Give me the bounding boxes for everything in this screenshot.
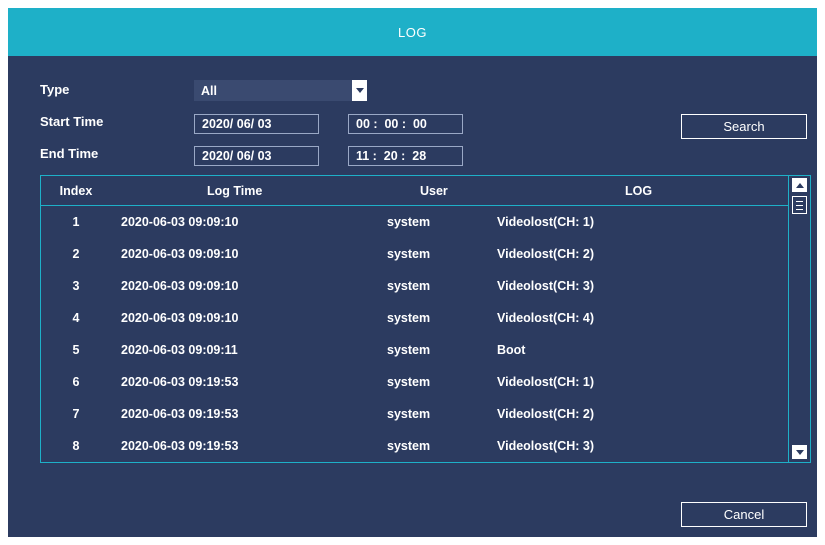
row-log-time: 2020-06-03 09:09:10 [121, 215, 239, 229]
row-user: system [387, 407, 431, 421]
end-time-field[interactable]: 11 : 20 : 28 [348, 146, 463, 166]
row-log: Videolost(CH: 1) [497, 215, 594, 229]
row-log: Videolost(CH: 2) [497, 407, 594, 421]
row-user: system [387, 311, 431, 325]
row-index: 7 [72, 407, 80, 421]
row-index: 2 [72, 247, 80, 261]
row-log: Videolost(CH: 4) [497, 311, 594, 325]
end-time-label: End Time [40, 146, 99, 161]
row-log-time: 2020-06-03 09:09:10 [121, 311, 239, 325]
row-index: 5 [72, 343, 80, 357]
row-user: system [387, 247, 431, 261]
table-row[interactable]: 7 2020-06-03 09:19:53 system Videolost(C… [41, 398, 788, 429]
chevron-down-icon[interactable] [352, 80, 367, 101]
row-user: system [387, 279, 431, 293]
row-index: 3 [72, 279, 80, 293]
row-user: system [387, 215, 431, 229]
table-row[interactable]: 6 2020-06-03 09:19:53 system Videolost(C… [41, 366, 788, 397]
start-date-field[interactable]: 2020/ 06/ 03 [194, 114, 319, 134]
row-log-time: 2020-06-03 09:09:10 [121, 279, 239, 293]
table-row[interactable]: 3 2020-06-03 09:09:10 system Videolost(C… [41, 270, 788, 301]
row-log: Videolost(CH: 2) [497, 247, 594, 261]
start-time-field[interactable]: 00 : 00 : 00 [348, 114, 463, 134]
cancel-button[interactable]: Cancel [681, 502, 807, 527]
row-log-time: 2020-06-03 09:09:10 [121, 247, 239, 261]
table-header: Index Log Time User LOG [41, 176, 788, 206]
type-select[interactable]: All [194, 80, 367, 101]
row-log-time: 2020-06-03 09:19:53 [121, 407, 239, 421]
row-user: system [387, 343, 431, 357]
log-table: Index Log Time User LOG 1 2020-06-03 09:… [40, 175, 811, 463]
table-row[interactable]: 1 2020-06-03 09:09:10 system Videolost(C… [41, 206, 788, 237]
table-row[interactable]: 2 2020-06-03 09:09:10 system Videolost(C… [41, 238, 788, 269]
search-button[interactable]: Search [681, 114, 807, 139]
row-log: Boot [497, 343, 526, 357]
header-log-time: Log Time [207, 184, 263, 198]
row-index: 4 [72, 311, 80, 325]
row-log-time: 2020-06-03 09:19:53 [121, 375, 239, 389]
row-index: 8 [72, 439, 80, 453]
row-index: 1 [72, 215, 80, 229]
start-time-label: Start Time [40, 114, 104, 129]
scroll-down-icon[interactable] [792, 445, 807, 459]
type-label: Type [40, 82, 70, 97]
header-index: Index [59, 184, 93, 198]
row-log-time: 2020-06-03 09:09:11 [121, 343, 238, 357]
row-index: 6 [72, 375, 80, 389]
row-log: Videolost(CH: 3) [497, 279, 594, 293]
table-row[interactable]: 8 2020-06-03 09:19:53 system Videolost(C… [41, 430, 788, 461]
header-log: LOG [625, 184, 653, 198]
log-dialog: LOG Type All Start Time 2020/ 06/ 03 00 … [8, 8, 817, 537]
table-row[interactable]: 4 2020-06-03 09:09:10 system Videolost(C… [41, 302, 788, 333]
table-scrollbar[interactable] [788, 176, 810, 462]
row-user: system [387, 375, 431, 389]
header-user: User [420, 184, 448, 198]
row-log-time: 2020-06-03 09:19:53 [121, 439, 239, 453]
row-log: Videolost(CH: 1) [497, 375, 594, 389]
scroll-thumb[interactable] [792, 196, 807, 214]
row-log: Videolost(CH: 3) [497, 439, 594, 453]
scroll-up-icon[interactable] [792, 178, 807, 192]
dialog-title: LOG [8, 8, 817, 56]
table-row[interactable]: 5 2020-06-03 09:09:11 system Boot [41, 334, 788, 365]
end-date-field[interactable]: 2020/ 06/ 03 [194, 146, 319, 166]
row-user: system [387, 439, 431, 453]
